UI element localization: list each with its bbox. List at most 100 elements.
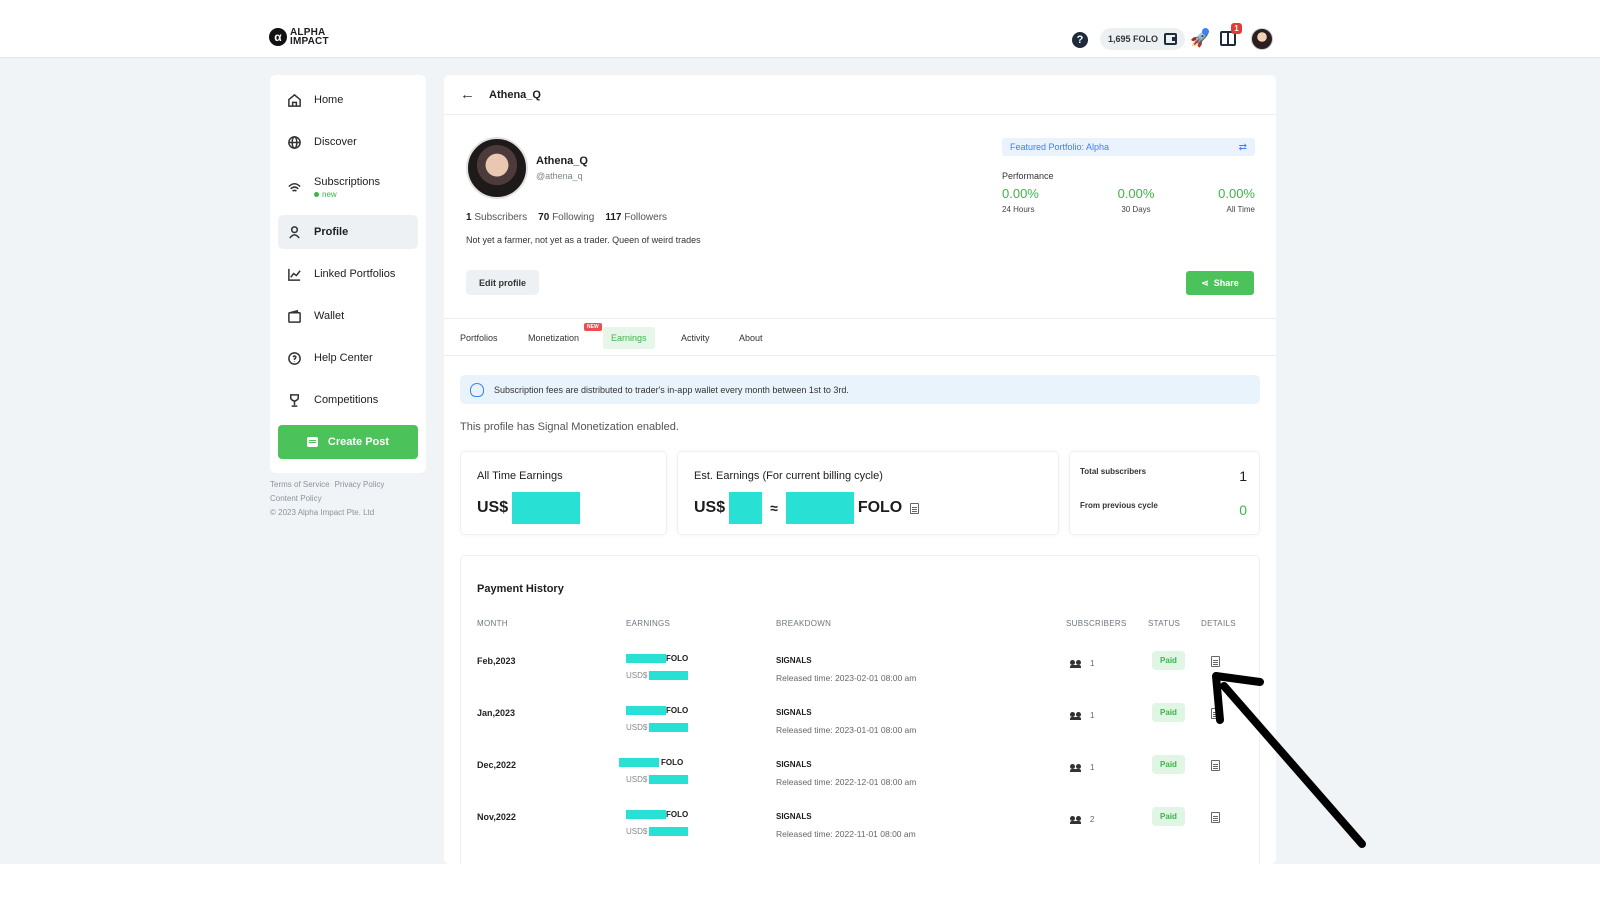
row-subscribers: 1 [1070,711,1094,720]
switch-icon[interactable]: ⇄ [1239,142,1247,153]
tab-about[interactable]: About [731,327,771,349]
terms-link[interactable]: Terms of Service [270,480,330,489]
trophy-icon [286,392,302,408]
signal-icon [286,179,302,195]
row-earnings-usd: USD$ [626,775,689,784]
featured-portfolio-label: Featured Portfolio: Alpha [1010,142,1110,152]
document-icon[interactable] [910,502,920,514]
row-breakdown: SIGNALS [776,760,812,769]
column-header-status: STATUS [1148,619,1181,628]
content-policy-link[interactable]: Content Policy [270,494,322,503]
all-time-title: All Time Earnings [477,470,563,482]
tab-portfolios[interactable]: Portfolios [452,327,506,349]
redacted-value [785,492,854,524]
globe-icon [286,134,302,150]
user-avatar[interactable] [1251,28,1273,50]
estimated-value: US$ ≈ FOLO [694,492,920,524]
row-subscribers: 1 [1070,659,1094,668]
info-text: Subscription fees are distributed to tra… [494,384,849,395]
sidebar-item-wallet[interactable]: Wallet [278,299,418,333]
status-badge: Paid [1152,651,1185,670]
column-header-breakdown: BREAKDOWN [776,619,832,628]
profile-avatar [466,137,528,199]
share-button[interactable]: ⋖ Share [1186,271,1254,295]
row-month: Feb,2023 [477,656,516,666]
row-month: Nov,2022 [477,812,516,822]
new-badge: NEW [584,323,602,331]
home-icon [286,92,302,108]
sidebar-item-profile[interactable]: Profile [278,215,418,249]
previous-cycle-label: From previous cycle [1080,501,1158,510]
sidebar-item-label: Wallet [314,310,345,322]
table-row: Nov,2022 FOLO USD$ SIGNALS Released time… [461,804,1261,856]
privacy-link[interactable]: Privacy Policy [335,480,385,489]
tab-activity[interactable]: Activity [673,327,718,349]
profile-tabs: Portfolios Monetization NEW Earnings Act… [444,318,1276,356]
performance-all-time: 0.00% All Time [1218,186,1255,214]
performance-label: Performance [1002,171,1054,181]
alpha-impact-logo[interactable]: α ALPHA IMPACT [269,28,329,47]
all-time-earnings-card: All Time Earnings US$ [460,451,667,535]
monetization-note: This profile has Signal Monetization ena… [460,421,679,433]
main-panel: ← Athena_Q Athena_Q @athena_q 1 Subscrib… [444,75,1276,864]
back-arrow-icon[interactable]: ← [460,86,475,103]
sidebar-item-linked-portfolios[interactable]: Linked Portfolios [278,257,418,291]
performance-24h: 0.00% 24 Hours [1002,186,1039,214]
redacted-value [512,492,581,524]
row-earnings-folo: FOLO [626,706,688,715]
people-icon [1070,816,1082,824]
folo-balance: 1,695 FOLO [1108,34,1159,44]
subscribers-stat[interactable]: 1 Subscribers [466,212,527,223]
followers-stat[interactable]: 117 Followers [605,212,667,223]
row-breakdown: SIGNALS [776,656,812,665]
create-post-button[interactable]: Create Post [278,425,418,459]
people-icon [1070,764,1082,772]
edit-profile-button[interactable]: Edit profile [466,270,539,295]
top-bar: α ALPHA IMPACT ? 1,695 FOLO 🚀 1 [0,0,1600,58]
sidebar-item-label: Discover [314,136,357,148]
wallet-icon [286,308,302,324]
people-icon [1070,712,1082,720]
sidebar-item-subscriptions[interactable]: Subscriptions new [278,167,418,207]
footer-links: Terms of Service Privacy Policy Content P… [270,478,440,520]
row-earnings-usd: USD$ [626,671,689,680]
sidebar-item-competitions[interactable]: Competitions [278,383,418,417]
sidebar-item-label: Home [314,94,344,106]
people-icon [1070,660,1082,668]
featured-portfolio-selector[interactable]: Featured Portfolio: Alpha ⇄ [1002,138,1255,156]
status-badge: Paid [1152,755,1185,774]
profile-stats: 1 Subscribers 70 Following 117 Followers [466,212,667,223]
sidebar-item-label: Help Center [314,352,373,364]
tab-monetization[interactable]: Monetization [520,327,587,349]
row-subscribers: 2 [1070,815,1094,824]
profile-handle: @athena_q [536,171,583,181]
tab-earnings[interactable]: Earnings [603,327,655,349]
row-month: Dec,2022 [477,760,517,770]
column-header-details: DETAILS [1201,619,1236,628]
help-icon [286,350,302,366]
row-earnings-folo: FOLO [619,758,683,767]
help-icon[interactable]: ? [1072,32,1088,48]
logo-mark-icon: α [269,28,287,46]
following-stat[interactable]: 70 Following [538,212,594,223]
row-earnings-folo: FOLO [626,654,688,663]
sidebar-item-discover[interactable]: Discover [278,125,418,159]
sidebar: Home Discover Subscriptions new Profile … [270,75,426,473]
sidebar-item-home[interactable]: Home [278,83,418,117]
logo-line-2: IMPACT [290,36,329,47]
details-button[interactable] [1207,656,1220,669]
wallet-icon [1164,33,1178,45]
sidebar-item-help-center[interactable]: Help Center [278,341,418,375]
post-icon [306,437,318,447]
page-title: Athena_Q [489,88,541,101]
profile-name: Athena_Q [536,155,588,167]
share-icon: ⋖ [1201,277,1209,288]
payment-history-title: Payment History [477,583,564,595]
row-subscribers: 1 [1070,763,1094,772]
sidebar-item-label: Competitions [314,394,379,406]
row-earnings-usd: USD$ [626,827,689,836]
folo-balance-pill[interactable]: 1,695 FOLO [1100,28,1186,50]
sidebar-item-label: Profile [314,226,349,238]
logo-text: ALPHA IMPACT [290,28,329,47]
row-month: Jan,2023 [477,708,516,718]
